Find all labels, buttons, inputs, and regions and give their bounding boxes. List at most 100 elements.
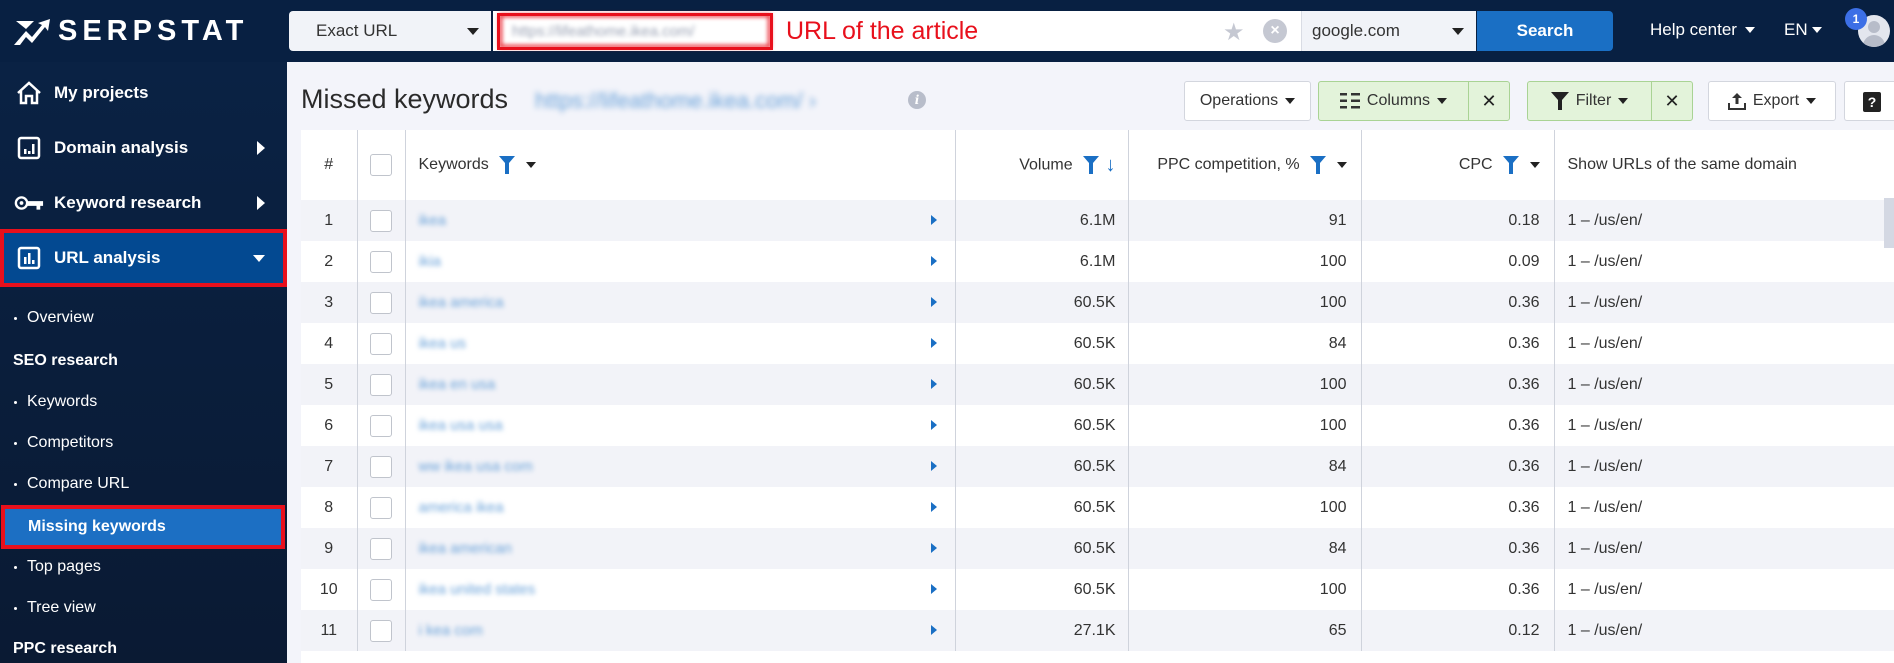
row-checkbox[interactable] [370,578,392,601]
sidebar-item-top-pages[interactable]: Top pages [0,547,287,587]
row-checkbox[interactable] [370,455,392,478]
same-domain-url-cell[interactable]: 1 – /us/en/ [1554,610,1894,651]
clear-icon[interactable]: × [1263,19,1287,43]
sidebar-item-keywords[interactable]: Keywords [0,382,287,422]
row-checkbox[interactable] [370,496,392,519]
keyword-link[interactable]: ikea american [419,540,512,557]
row-checkbox[interactable] [370,209,392,232]
filter-icon[interactable] [1503,155,1520,174]
filter-button[interactable]: Filter [1527,81,1652,121]
sidebar-item-competitors[interactable]: Competitors [0,423,287,463]
expand-arrow-icon[interactable] [930,543,937,553]
row-number: 10 [301,569,358,610]
clear-filter-button[interactable]: ✕ [1651,81,1693,121]
same-domain-url-cell[interactable]: 1 – /us/en/ [1554,487,1894,528]
sidebar-item-domain-analysis[interactable]: Domain analysis [0,121,287,175]
row-checkbox[interactable] [370,414,392,437]
sidebar-item-compare-url[interactable]: Compare URL [0,464,287,504]
url-input[interactable] [499,14,771,48]
operations-button[interactable]: Operations [1184,81,1311,121]
same-domain-url-cell[interactable]: 1 – /us/en/ [1554,569,1894,610]
help-button[interactable]: ? [1844,81,1894,121]
sidebar-item-keyword-research[interactable]: Keyword research [0,176,287,230]
filter-icon[interactable] [499,155,516,174]
sidebar-section-seo: SEO research [13,352,118,369]
keyword-link[interactable]: ikea united states [419,581,536,598]
expand-arrow-icon[interactable] [930,379,937,389]
keyword-link[interactable]: i kea com [419,622,483,639]
same-domain-url-cell[interactable]: 1 – /us/en/ [1554,528,1894,569]
chevron-down-icon[interactable] [1529,161,1540,168]
export-button[interactable]: Export [1708,81,1836,121]
same-domain-url-cell[interactable]: 1 – /us/en/ [1554,405,1894,446]
keyword-link[interactable]: ikea en usa [419,376,496,393]
keyword-link[interactable]: ikia [419,253,442,270]
row-number: 11 [301,610,358,651]
language-select[interactable]: EN [1784,20,1822,40]
expand-arrow-icon[interactable] [930,256,937,266]
row-checkbox[interactable] [370,250,392,273]
clear-columns-button[interactable]: ✕ [1468,81,1510,121]
header-ppc-competition[interactable]: PPC competition, % [1128,130,1362,200]
ppc-competition-cell: 100 [1128,364,1362,405]
sort-desc-icon[interactable]: ↓ [1106,154,1116,177]
chevron-down-icon[interactable] [525,161,536,168]
columns-button[interactable]: Columns [1318,81,1469,121]
keyword-link[interactable]: ikea us [419,335,467,352]
vertical-scrollbar[interactable] [1884,198,1894,248]
sidebar-item-overview[interactable]: Overview [0,298,287,338]
header-volume[interactable]: Volume ↓ [955,130,1129,200]
same-domain-url-cell[interactable]: 1 – /us/en/ [1554,282,1894,323]
search-button[interactable]: Search [1477,11,1613,51]
filter-icon[interactable] [1310,155,1327,174]
row-checkbox[interactable] [370,291,392,314]
expand-arrow-icon[interactable] [930,338,937,348]
sidebar-item-tree-view[interactable]: Tree view [0,588,287,628]
star-icon[interactable]: ★ [1223,18,1245,47]
header-cpc[interactable]: CPC [1361,130,1555,200]
sidebar-item-missing-keywords[interactable]: Missing keywords [1,505,285,549]
header-keywords[interactable]: Keywords [405,130,956,200]
same-domain-url-cell[interactable]: 1 – /us/en/ [1554,364,1894,405]
sidebar-item-url-analysis[interactable]: URL analysis [0,229,287,287]
filter-icon[interactable] [1083,156,1100,174]
chart-box-icon [14,135,44,161]
expand-arrow-icon[interactable] [930,215,937,225]
same-domain-url-cell[interactable]: 1 – /us/en/ [1554,323,1894,364]
expand-arrow-icon[interactable] [930,297,937,307]
keyword-link[interactable]: ikea america [419,294,504,311]
page-url-link[interactable]: https://lifeathome.ikea.com/ › [535,88,816,114]
bar-chart-icon [14,245,44,271]
operations-label: Operations [1199,92,1279,109]
header-num: # [301,130,358,200]
row-checkbox[interactable] [370,373,392,396]
row-checkbox[interactable] [370,619,392,642]
row-select-cell [357,446,406,487]
row-checkbox[interactable] [370,332,392,355]
same-domain-url-cell[interactable]: 1 – /us/en/ [1554,200,1894,241]
sidebar-item-my-projects[interactable]: My projects [0,66,287,120]
expand-arrow-icon[interactable] [930,420,937,430]
expand-arrow-icon[interactable] [930,461,937,471]
select-all-checkbox[interactable] [370,154,392,176]
keyword-link[interactable]: ww ikea usa com [419,458,533,475]
serpstat-logo[interactable]: SERPSTAT [12,14,248,48]
sidebar-item-label: My projects [54,83,149,102]
help-center-menu[interactable]: Help center [1650,20,1755,40]
notification-badge[interactable]: 1 [1845,8,1867,30]
row-checkbox[interactable] [370,537,392,560]
same-domain-url-cell[interactable]: 1 – /us/en/ [1554,446,1894,487]
expand-arrow-icon[interactable] [930,584,937,594]
chevron-down-icon[interactable] [1336,161,1347,168]
keyword-link[interactable]: ikea [419,212,447,229]
chevron-down-icon [1811,27,1822,33]
keyword-link[interactable]: america ikea [419,499,504,516]
expand-arrow-icon[interactable] [930,502,937,512]
search-engine-select[interactable]: google.com [1301,11,1476,51]
search-type-select[interactable]: Exact URL [289,11,491,51]
expand-arrow-icon[interactable] [930,625,937,635]
info-icon[interactable]: i [908,91,926,109]
same-domain-url-cell[interactable]: 1 – /us/en/ [1554,241,1894,282]
keyword-link[interactable]: ikea usa usa [419,417,503,434]
key-icon [14,190,44,216]
